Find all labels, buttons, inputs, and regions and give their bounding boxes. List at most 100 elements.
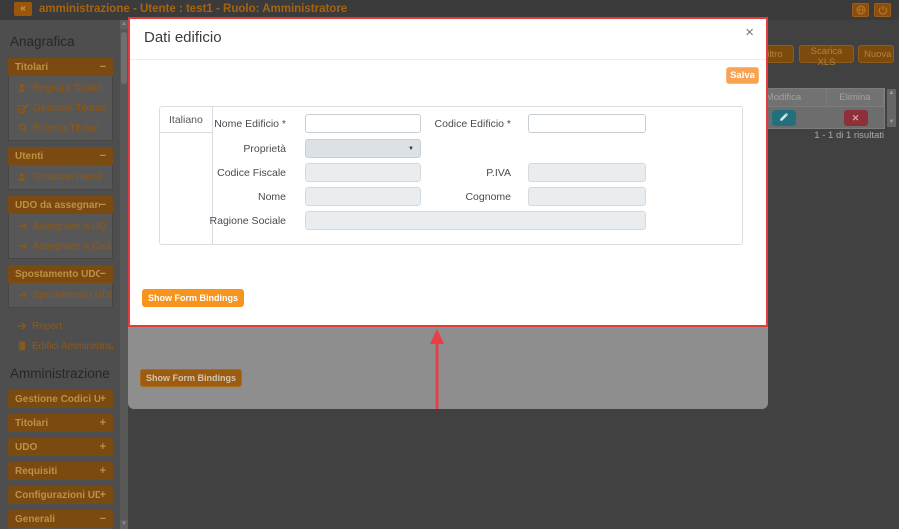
x-icon: ✕ [852,111,860,125]
scroll-up-icon[interactable]: ▲ [887,89,896,98]
proprieta-select[interactable]: ▼ [305,139,421,158]
nome-label: Nome [200,191,286,203]
sidebar-item-label: Assegnare a Cod. Min. [33,241,112,252]
dati-edificio-modal: Dati edificio × Salva Italiano Nome Edif… [128,17,768,327]
cognome-input [528,187,646,206]
sidebar-group-label: UDO [15,442,100,453]
sidebar-collapse-button[interactable]: « [14,2,32,16]
scroll-up-icon[interactable]: ▲ [120,20,128,29]
nome-input [305,187,421,206]
save-button[interactable]: Salva [726,67,759,84]
nome-edificio-input[interactable] [305,114,421,133]
sidebar-link-label: Report [32,321,62,332]
sidebar-group-header-udo[interactable]: UDO+ [8,438,113,456]
table-scrollbar[interactable]: ▲ ▼ [887,89,896,127]
sidebar-group-body: Gestione Utenti [8,165,113,190]
sidebar-scrollbar[interactable]: ▲ ▼ [120,20,128,529]
sidebar-heading-amministrazione: Amministrazione [10,366,120,381]
codice-edificio-input[interactable] [528,114,646,133]
scroll-down-icon[interactable]: ▼ [120,520,128,529]
scroll-down-icon[interactable]: ▼ [887,118,896,127]
sidebar-item-assegnare-a-cod-min[interactable]: Assegnare a Cod. Min. [9,236,112,256]
plus-icon: + [100,489,106,501]
sidebar-item-label: Gestione Titolari [33,103,105,114]
minus-icon: − [100,61,106,73]
sidebar-link-label: Edifici Amministrazione [32,341,113,352]
edit-row-button[interactable] [772,110,796,126]
sidebar-group-generali: Generali−Direzioni [8,510,113,529]
plus-icon: + [100,417,106,429]
sidebar-group-header-utenti[interactable]: Utenti− [8,147,113,165]
book-icon [17,341,27,351]
sidebar-item-label: Ricerca Titolari [33,123,99,134]
sidebar-link-report[interactable]: Report [8,316,113,336]
arrow-right-icon [18,241,28,251]
annotation-arrow-icon [428,329,446,409]
arrow-right-icon [18,221,28,231]
sidebar-group-header-generali[interactable]: Generali− [8,510,113,528]
globe-icon[interactable] [852,3,869,17]
sidebar-group-header-gestione-codici-ulss[interactable]: Gestione Codici ULSS+ [8,390,113,408]
codice-fiscale-label: Codice Fiscale [200,167,286,179]
sidebar-item-label: Gestione Utenti [33,172,102,183]
sidebar-group-udo: UDO+ [8,438,113,456]
sidebar-group-body: Registra Titolari Gestione Titolari Ricerc… [8,76,113,141]
piva-input [528,163,646,182]
sidebar-item-gestione-utenti[interactable]: Gestione Utenti [9,167,112,187]
cognome-label: Cognome [422,191,511,203]
sidebar-group-header-spostamento-udo[interactable]: Spostamento UDO− [8,265,113,283]
sidebar-item-gestione-titolari[interactable]: Gestione Titolari [9,98,112,118]
proprieta-label: Proprietà [200,143,286,155]
chevron-down-icon: ▼ [408,146,414,152]
show-form-bindings-button-dimmed[interactable]: Show Form Bindings [140,369,242,387]
modal-divider [130,59,766,60]
scarica-xls-button[interactable]: Scarica XLS [799,45,854,63]
sidebar-group-requisiti: Requisiti+ [8,462,113,480]
sidebar-item-label: Registra Titolari [33,83,102,94]
minus-icon: − [100,199,106,211]
sidebar-group-configurazioni-udo: Configurazioni UDO+ [8,486,113,504]
sidebar-group-titolari: Titolari− Registra Titolari Gestione Titol… [8,58,113,141]
sidebar-item-label: Spostamento UDO [33,290,112,301]
show-form-bindings-button[interactable]: Show Form Bindings [142,289,244,307]
sidebar-group-udo-da-assegnare: UDO da assegnare− Assegnare a UO Assegnare… [8,196,113,259]
sidebar-group-label: Generali [15,514,100,525]
sidebar-group-header-titolari[interactable]: Titolari+ [8,414,113,432]
plus-icon: + [100,441,106,453]
power-icon[interactable] [874,3,891,17]
sidebar: Anagrafica Titolari−Registra TitolariGes… [0,20,120,529]
sidebar-group-label: Requisiti [15,466,100,477]
ragione-sociale-input [305,211,646,230]
nome-edificio-label: Nome Edificio * [200,118,286,130]
sidebar-item-assegnare-a-uo[interactable]: Assegnare a UO [9,216,112,236]
modal-title: Dati edificio [144,29,222,46]
sidebar-item-spostamento-udo[interactable]: Spostamento UDO [9,285,112,305]
ragione-sociale-label: Ragione Sociale [186,215,286,227]
sidebar-group-label: Configurazioni UDO [15,490,100,501]
sidebar-group-label: UDO da assegnare [15,200,100,211]
app-root: « amministrazione - Utente : test1 - Ruo… [0,0,899,529]
sidebar-group-titolari: Titolari+ [8,414,113,432]
nuova-button[interactable]: Nuova [858,45,894,63]
sidebar-group-header-configurazioni-udo[interactable]: Configurazioni UDO+ [8,486,113,504]
sidebar-item-ricerca-titolari[interactable]: Ricerca Titolari [9,118,112,138]
edificio-form-panel: Italiano Nome Edificio * Codice Edificio… [159,106,743,245]
user-icon [18,172,28,182]
sidebar-group-header-titolari[interactable]: Titolari− [8,58,113,76]
sidebar-group-label: Titolari [15,62,100,73]
sidebar-group-header-udo-da-assegnare[interactable]: UDO da assegnare− [8,196,113,214]
sidebar-item-registra-titolari[interactable]: Registra Titolari [9,78,112,98]
sidebar-item-label: Assegnare a UO [33,221,107,232]
sidebar-link-edifici-amministrazione[interactable]: Edifici Amministrazione [8,336,113,356]
codice-edificio-label: Codice Edificio * [422,118,511,130]
sidebar-group-label: Spostamento UDO [15,269,100,280]
minus-icon: − [100,513,106,525]
pencil-icon [779,110,789,125]
search-icon [18,123,28,133]
close-icon[interactable]: × [745,24,754,41]
sidebar-group-gestione-codici-ulss: Gestione Codici ULSS+ [8,390,113,408]
scrollbar-thumb[interactable] [121,32,127,84]
sidebar-group-header-requisiti[interactable]: Requisiti+ [8,462,113,480]
delete-row-button[interactable]: ✕ [844,110,868,126]
sidebar-group-body: Spostamento UDO [8,283,113,308]
